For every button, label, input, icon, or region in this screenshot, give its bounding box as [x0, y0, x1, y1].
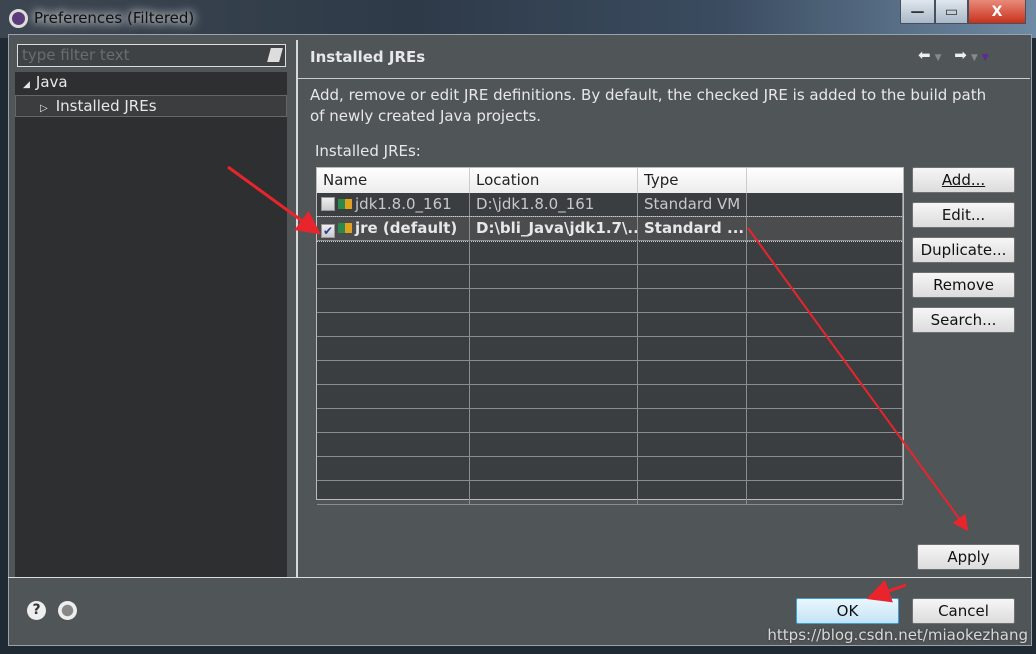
arrow-to-ok	[866, 579, 907, 603]
arrow-to-jre-checkbox	[227, 165, 321, 235]
annotation-arrows	[227, 165, 969, 603]
arrow-to-apply	[747, 227, 969, 532]
